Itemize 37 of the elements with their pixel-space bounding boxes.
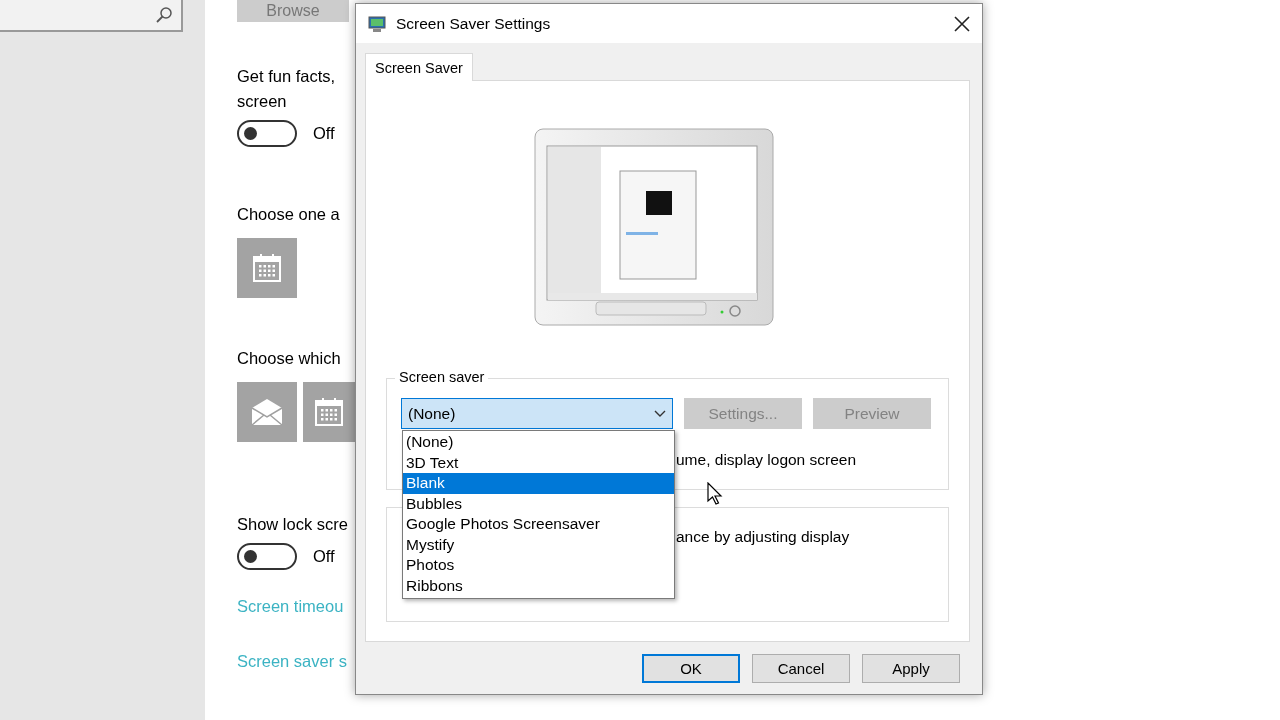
setting-label: Get fun facts, screen (237, 66, 336, 112)
dropdown-option[interactable]: Bubbles (403, 493, 674, 514)
setting-label: Choose which (237, 348, 341, 369)
dropdown-option[interactable]: 3D Text (403, 452, 674, 473)
dropdown-option[interactable]: Photos (403, 555, 674, 576)
toggle-state: Off (313, 547, 335, 566)
window-title: Screen Saver Settings (396, 14, 552, 33)
dialog-button[interactable]: OK (642, 654, 740, 683)
toggle-switch[interactable] (237, 120, 297, 147)
toggle-state: Off (313, 124, 335, 143)
close-icon[interactable] (954, 15, 970, 32)
dropdown-option[interactable]: Blank (403, 473, 674, 494)
app-tile[interactable] (237, 238, 297, 298)
setting-label: Show lock scre (237, 514, 348, 535)
dialog-button[interactable]: Cancel (752, 654, 850, 683)
toggle-switch[interactable] (237, 543, 297, 570)
dropdown-option[interactable]: Mystify (403, 534, 674, 555)
tab[interactable]: Screen Saver (365, 53, 473, 81)
mail-icon (249, 396, 285, 428)
group-label: Screen saver (395, 369, 489, 385)
setting-label: Choose one a (237, 204, 340, 225)
app-tile[interactable] (303, 382, 355, 442)
search-icon (155, 6, 173, 24)
power-description: ance by adjusting display (676, 528, 850, 546)
search-field[interactable] (0, 0, 183, 32)
dropdown-option[interactable]: Google Photos Screensaver (403, 514, 674, 535)
checkbox-label: ume, display logon screen (676, 451, 857, 469)
calendar-icon (251, 252, 283, 284)
screen-saver-dropdown[interactable]: (None) (401, 398, 673, 429)
chevron-down-icon (654, 409, 666, 418)
app-tile[interactable] (237, 382, 297, 442)
calendar-icon (313, 396, 345, 428)
dialog-button[interactable]: Apply (862, 654, 960, 683)
dropdown-option[interactable]: Ribbons (403, 575, 674, 596)
cursor-icon (707, 482, 723, 506)
monitor-icon (368, 14, 386, 33)
dropdown-option[interactable]: (None) (403, 432, 674, 453)
